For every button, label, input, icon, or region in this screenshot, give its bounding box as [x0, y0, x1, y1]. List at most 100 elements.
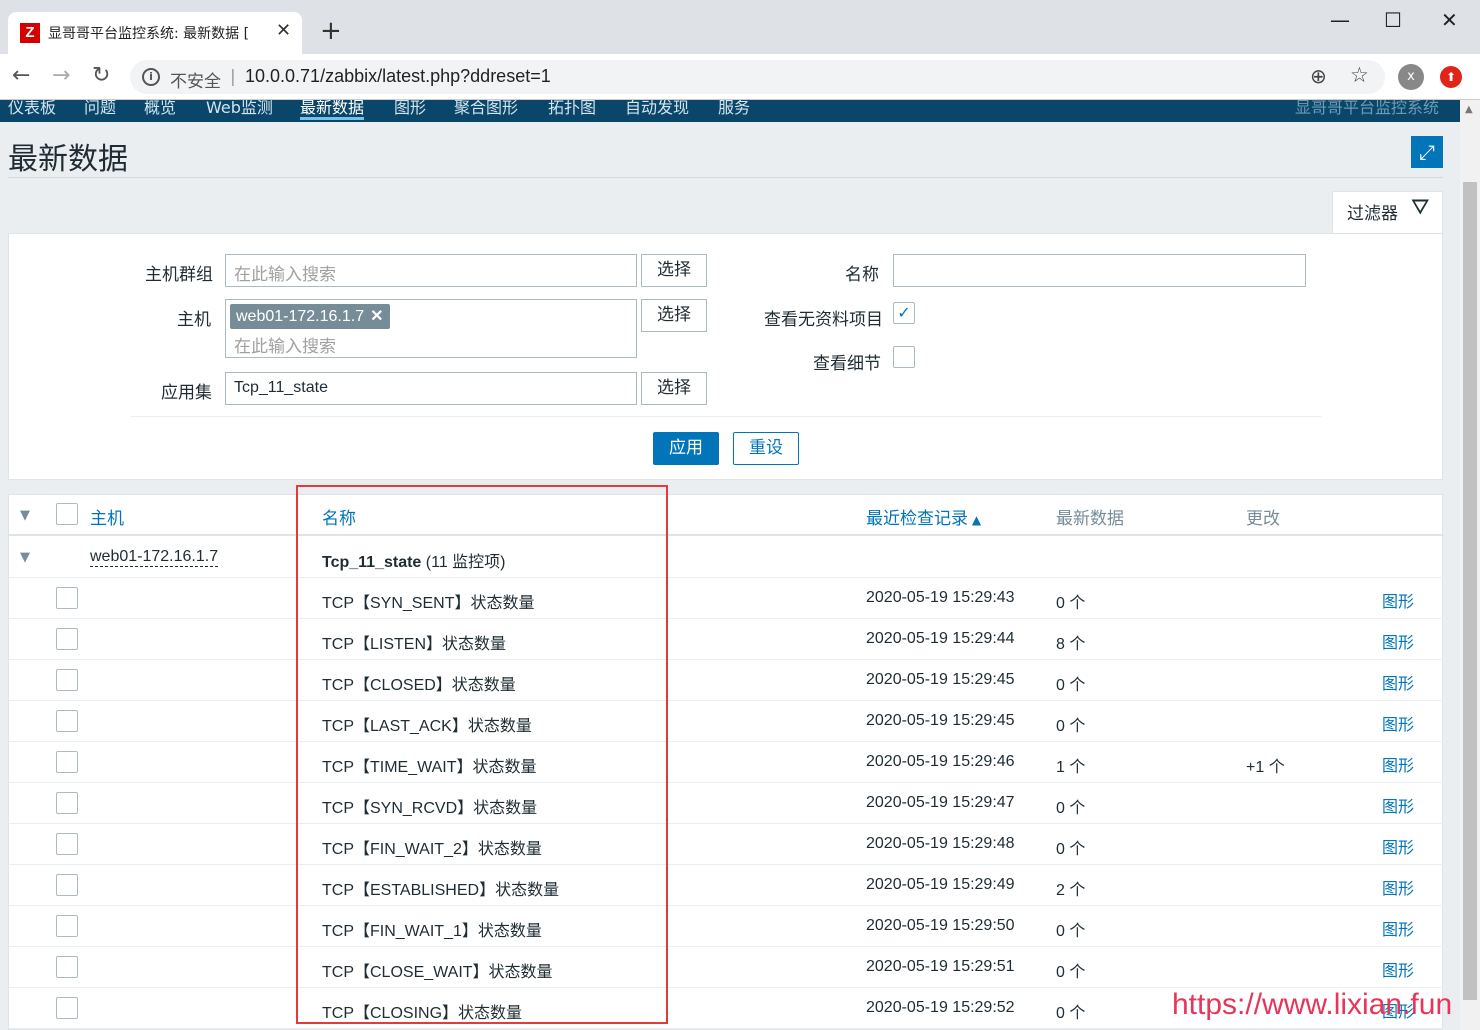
filter-tab[interactable]: 过滤器 ⛛ [1332, 191, 1443, 234]
item-name: TCP【SYN_SENT】状态数量 [322, 595, 535, 612]
name-input[interactable] [893, 254, 1306, 287]
separator: | [230, 67, 236, 87]
extension-icon[interactable]: ⬆ [1440, 66, 1462, 88]
application-group-row: ▼ web01-172.16.1.7 Tcp_11_state (11 监控项) [9, 537, 1444, 578]
table-row: TCP【FIN_WAIT_1】状态数量 2020-05-19 15:29:50 0 … [9, 906, 1444, 947]
scroll-up-icon[interactable]: ▲ [1465, 104, 1473, 115]
info-icon[interactable]: i [142, 68, 160, 86]
host-label: 主机 [177, 310, 211, 330]
browser-tab[interactable]: Z 显哥哥平台监控系统: 最新数据 [ ✕ [8, 12, 302, 54]
column-last-value: 最新数据 [1056, 509, 1124, 529]
row-checkbox[interactable] [56, 792, 78, 814]
omnibox[interactable]: i 不安全 | 10.0.0.71/zabbix/latest.php?ddre… [130, 60, 1385, 94]
row-checkbox[interactable] [56, 956, 78, 978]
row-checkbox[interactable] [56, 710, 78, 732]
reset-button[interactable]: 重设 [733, 432, 799, 465]
sort-asc-icon: ▲ [968, 513, 982, 527]
item-name: TCP【LAST_ACK】状态数量 [322, 718, 532, 735]
host-group-select-button[interactable]: 选择 [641, 254, 707, 287]
zoom-icon[interactable]: ⊕ [1310, 64, 1327, 88]
host-select-button[interactable]: 选择 [641, 299, 707, 332]
forward-icon[interactable]: → [52, 63, 70, 89]
last-check-time: 2020-05-19 15:29:45 [866, 671, 1015, 688]
row-checkbox[interactable] [56, 669, 78, 691]
column-last-check[interactable]: 最近检查记录 ▲ [866, 504, 981, 529]
last-check-time: 2020-05-19 15:29:45 [866, 712, 1015, 729]
nav-item-web[interactable]: Web监测 [206, 100, 273, 118]
application-title: Tcp_11_state [322, 554, 422, 571]
graph-link[interactable]: 图形 [1382, 957, 1414, 981]
profile-avatar[interactable]: x [1398, 64, 1424, 90]
tab-close-icon[interactable]: ✕ [276, 20, 291, 41]
apply-button[interactable]: 应用 [653, 432, 719, 465]
last-value: 2 个 [1056, 882, 1086, 899]
application-select-button[interactable]: 选择 [641, 372, 707, 405]
last-check-time: 2020-05-19 15:29:49 [866, 876, 1015, 893]
table-row: TCP【SYN_RCVD】状态数量 2020-05-19 15:29:47 0 个 图… [9, 783, 1444, 824]
item-name: TCP【CLOSE_WAIT】状态数量 [322, 964, 553, 981]
fullscreen-button[interactable]: ⤢ [1411, 136, 1443, 168]
row-checkbox[interactable] [56, 751, 78, 773]
graph-link[interactable]: 图形 [1382, 793, 1414, 817]
collapse-all-icon[interactable]: ▼ [20, 508, 30, 523]
maximize-icon[interactable]: ☐ [1384, 8, 1402, 32]
nav-item-dashboard[interactable]: 仪表板 [8, 100, 56, 118]
graph-link[interactable]: 图形 [1382, 875, 1414, 899]
scroll-thumb[interactable] [1463, 182, 1477, 1000]
item-name: TCP【FIN_WAIT_2】状态数量 [322, 841, 542, 858]
item-name: TCP【FIN_WAIT_1】状态数量 [322, 923, 542, 940]
new-tab-icon[interactable]: + [320, 16, 342, 46]
graph-link[interactable]: 图形 [1382, 711, 1414, 735]
last-value: 0 个 [1056, 1005, 1086, 1022]
host-group-placeholder: 在此输入搜索 [234, 265, 336, 285]
window-close-icon[interactable]: ✕ [1441, 8, 1458, 32]
show-no-data-checkbox[interactable]: ✓ [893, 302, 915, 324]
graph-link[interactable]: 图形 [1382, 752, 1414, 776]
nav-item-screens[interactable]: 聚合图形 [454, 100, 518, 118]
item-name: TCP【ESTABLISHED】状态数量 [322, 882, 560, 899]
row-checkbox[interactable] [56, 874, 78, 896]
nav-item-graphs[interactable]: 图形 [394, 100, 426, 118]
host-link[interactable]: web01-172.16.1.7 [90, 548, 219, 567]
nav-item-latest-data[interactable]: 最新数据 [300, 100, 365, 120]
reload-icon[interactable]: ↻ [92, 63, 110, 89]
nav-item-services[interactable]: 服务 [718, 100, 750, 118]
scrollbar[interactable]: ▲ [1460, 100, 1480, 1030]
column-host[interactable]: 主机 [90, 504, 124, 529]
nav-item-discovery[interactable]: 自动发现 [625, 100, 689, 118]
last-check-time: 2020-05-19 15:29:52 [866, 999, 1015, 1016]
column-name[interactable]: 名称 [322, 504, 356, 529]
host-group-input[interactable]: 在此输入搜索 [225, 254, 637, 287]
row-checkbox[interactable] [56, 915, 78, 937]
graph-link[interactable]: 图形 [1382, 670, 1414, 694]
row-checkbox[interactable] [56, 587, 78, 609]
minimize-icon[interactable]: — [1330, 8, 1350, 32]
host-input[interactable]: web01-172.16.1.7 ✕ 在此输入搜索 [225, 299, 637, 358]
back-icon[interactable]: ← [12, 63, 30, 89]
application-input[interactable]: Tcp_11_state [225, 372, 637, 405]
row-checkbox[interactable] [56, 833, 78, 855]
last-value: 0 个 [1056, 677, 1086, 694]
graph-link[interactable]: 图形 [1382, 834, 1414, 858]
row-checkbox[interactable] [56, 628, 78, 650]
graph-link[interactable]: 图形 [1382, 629, 1414, 653]
collapse-group-icon[interactable]: ▼ [20, 550, 30, 565]
application-value: Tcp_11_state [234, 379, 328, 396]
show-no-data-label: 查看无资料项目 [764, 310, 883, 330]
row-checkbox[interactable] [56, 997, 78, 1019]
last-value: 0 个 [1056, 718, 1086, 735]
remove-tag-icon[interactable]: ✕ [370, 308, 383, 325]
graph-link[interactable]: 图形 [1382, 588, 1414, 612]
bookmark-star-icon[interactable]: ☆ [1350, 63, 1369, 87]
nav-item-problems[interactable]: 问题 [84, 100, 116, 118]
select-all-checkbox[interactable] [56, 503, 78, 525]
graph-link[interactable]: 图形 [1382, 916, 1414, 940]
nav-item-overview[interactable]: 概览 [144, 100, 176, 118]
url-text[interactable]: 10.0.0.71/zabbix/latest.php?ddreset=1 [245, 66, 551, 87]
table-row: TCP【FIN_WAIT_2】状态数量 2020-05-19 15:29:48 0 … [9, 824, 1444, 865]
last-check-time: 2020-05-19 15:29:43 [866, 589, 1015, 606]
item-name: TCP【SYN_RCVD】状态数量 [322, 800, 538, 817]
security-label[interactable]: 不安全 [170, 67, 221, 92]
nav-item-maps[interactable]: 拓扑图 [548, 100, 596, 118]
show-details-checkbox[interactable] [893, 346, 915, 368]
